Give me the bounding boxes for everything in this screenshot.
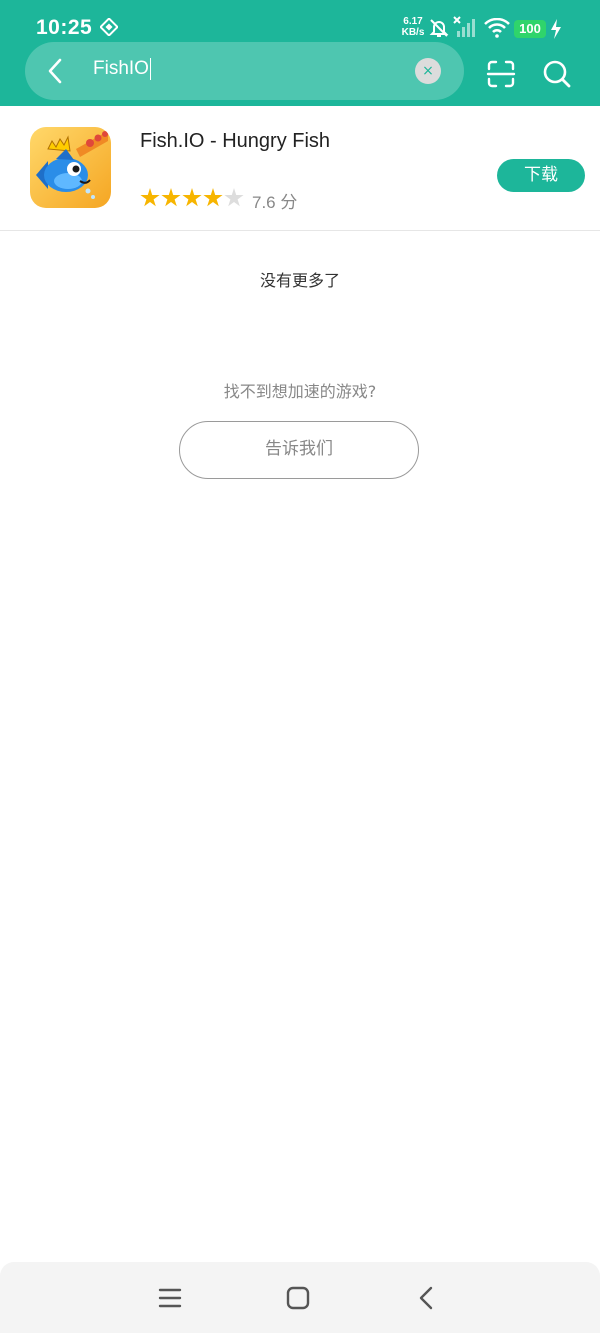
- wifi-icon: [484, 18, 510, 38]
- star-empty-icon: [224, 188, 244, 207]
- clear-icon[interactable]: ×: [415, 58, 441, 84]
- clock: 10:25: [36, 16, 93, 39]
- home-icon[interactable]: [285, 1286, 311, 1310]
- no-more-results-text: 没有更多了: [259, 271, 340, 290]
- net-speed-value: 6.17: [403, 16, 423, 27]
- net-speed-unit: KB/s: [401, 27, 425, 38]
- vpn-diamond-icon: [100, 18, 118, 36]
- signal-x-icon: [453, 16, 475, 37]
- search-query: FishIO: [93, 58, 149, 80]
- status-bar: 10:25 6.17 KB/s 100: [0, 0, 600, 44]
- back-icon[interactable]: [414, 1285, 440, 1311]
- mute-bell-icon: [429, 19, 449, 37]
- star-filled-icon: [140, 188, 160, 207]
- battery-level: 100: [514, 20, 546, 38]
- fish-game-icon[interactable]: [30, 127, 111, 208]
- search-input[interactable]: FishIO: [93, 58, 151, 80]
- system-nav-bar: [0, 1262, 600, 1333]
- search-bar: FishIO ×: [25, 42, 464, 100]
- search-icon[interactable]: [541, 58, 573, 90]
- text-caret: [149, 58, 151, 80]
- header: 10:25 6.17 KB/s 100 FishIO ×: [0, 0, 600, 106]
- download-button[interactable]: 下载: [497, 159, 585, 192]
- charging-bolt-icon: [551, 19, 561, 39]
- star-filled-icon: [203, 188, 223, 207]
- rating-score: 7.6 分: [252, 193, 298, 212]
- tell-us-button[interactable]: 告诉我们: [179, 421, 419, 479]
- star-filled-icon: [161, 188, 181, 207]
- scan-icon[interactable]: [485, 58, 517, 90]
- net-speed: 6.17 KB/s: [398, 16, 428, 38]
- not-found-prompt: 找不到想加速的游戏?: [223, 382, 377, 401]
- back-arrow-icon[interactable]: [41, 56, 71, 86]
- search-result-item[interactable]: Fish.IO - Hungry Fish 7.6 分 下载: [0, 106, 600, 231]
- app-title[interactable]: Fish.IO - Hungry Fish: [140, 130, 330, 153]
- menu-icon[interactable]: [157, 1286, 183, 1310]
- star-filled-icon: [182, 188, 202, 207]
